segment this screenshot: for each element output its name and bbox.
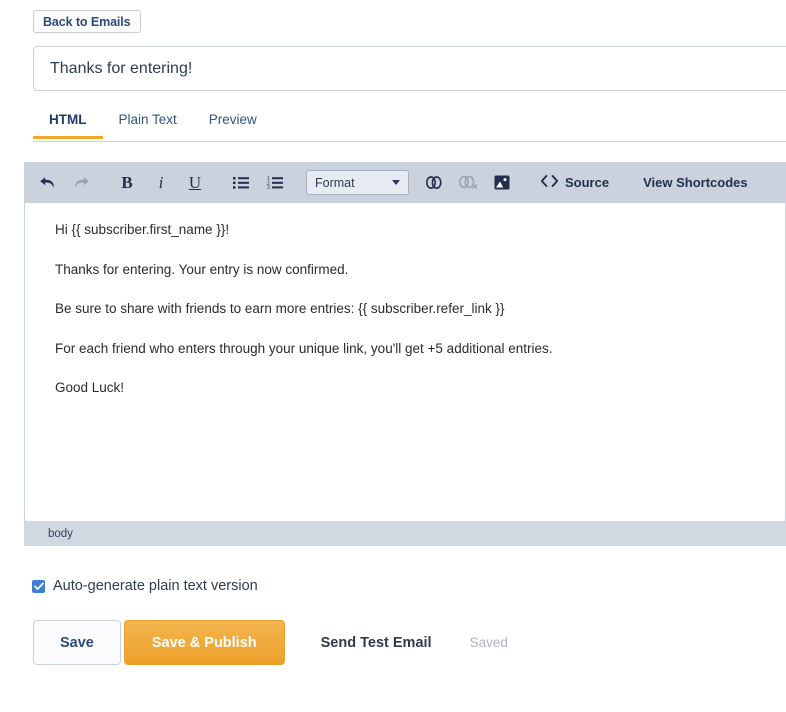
tab-html-label: HTML [49,112,87,127]
auto-plain-text-row: Auto-generate plain text version [32,578,258,594]
save-and-publish-label: Save & Publish [151,634,257,651]
rich-text-editor: B i U 1 2 3 Format Source View Shortcode… [24,162,786,557]
editor-content-area[interactable]: Hi {{ subscriber.first_name }}! Thanks f… [24,203,786,521]
code-brackets-icon [540,175,559,190]
check-icon [33,582,44,591]
bold-button[interactable]: B [112,169,142,197]
svg-text:3: 3 [267,185,270,189]
editor-toolbar: B i U 1 2 3 Format Source View Shortcode… [24,162,786,203]
image-icon [494,175,510,190]
editor-paragraph: Hi {{ subscriber.first_name }}! [55,222,230,237]
underline-button[interactable]: U [180,169,210,197]
format-select-value: Format [315,175,355,190]
save-button-label: Save [60,634,94,651]
italic-button[interactable]: i [146,169,176,197]
chevron-down-icon [392,180,400,185]
view-shortcodes-label: View Shortcodes [643,175,748,190]
underline-icon: U [188,173,202,192]
italic-icon: i [158,173,164,192]
email-editor-page: Back to Emails HTML Plain Text Preview [0,0,786,712]
unlink-icon [457,175,479,190]
numbered-list-button[interactable]: 1 2 3 [260,169,290,197]
email-subject-input[interactable] [34,59,786,78]
link-icon [424,175,444,190]
editor-paragraph: Good Luck! [55,380,125,396]
back-to-emails-label: Back to Emails [43,14,131,29]
redo-icon [73,175,90,190]
bullet-list-icon [233,176,249,189]
auto-plain-text-label: Auto-generate plain text version [53,578,258,594]
tab-plain-text[interactable]: Plain Text [103,108,193,138]
save-button[interactable]: Save [33,620,121,665]
insert-image-button[interactable] [487,169,517,197]
view-shortcodes-button[interactable]: View Shortcodes [633,169,758,197]
element-path-body[interactable]: body [48,528,73,540]
bold-icon: B [121,173,133,192]
editor-mode-tabs: HTML Plain Text Preview [33,108,786,142]
format-select[interactable]: Format [306,170,409,195]
email-subject-field-wrapper[interactable] [33,46,786,91]
redo-button[interactable] [66,169,96,197]
source-button[interactable]: Source [531,169,619,197]
send-test-email-label: Send Test Email [320,634,432,651]
save-status: Saved [470,635,508,650]
insert-link-button[interactable] [419,169,449,197]
source-label: Source [565,175,610,190]
save-and-publish-button[interactable]: Save & Publish [123,620,285,665]
tab-preview[interactable]: Preview [193,108,273,138]
auto-plain-text-checkbox[interactable] [32,579,45,593]
send-test-email-button[interactable]: Send Test Email [321,635,432,651]
undo-button[interactable] [32,169,62,197]
back-to-emails-button[interactable]: Back to Emails [33,10,141,33]
tab-preview-label: Preview [208,112,257,127]
unlink-button[interactable] [453,169,483,197]
numbered-list-icon: 1 2 3 [267,176,283,189]
undo-icon [39,175,56,190]
save-status-label: Saved [469,635,508,650]
tab-html[interactable]: HTML [33,108,103,139]
editor-paragraph: Thanks for entering. Your entry is now c… [55,261,349,277]
tab-plain-text-label: Plain Text [118,112,177,127]
editor-paragraph: For each friend who enters through your … [55,340,553,356]
action-bar: Save Save & Publish Send Test Email Save… [33,620,508,665]
editor-element-path: body [24,521,786,546]
editor-paragraph: Be sure to share with friends to earn mo… [55,301,505,317]
bullet-list-button[interactable] [226,169,256,197]
